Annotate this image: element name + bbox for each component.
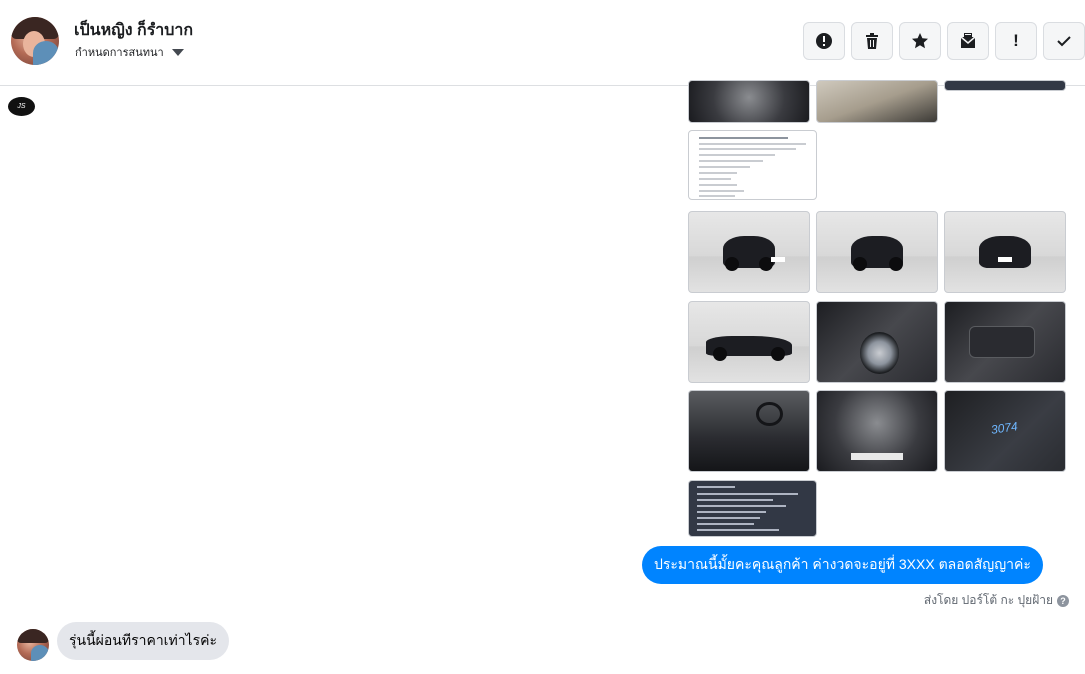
star-icon <box>912 33 928 49</box>
sent-by-label: ส่งโดย ปอร์โต้ กะ ปุยฝ้าย <box>923 593 1053 607</box>
attachment-seat-photo[interactable] <box>816 80 938 123</box>
assign-conversation-label: กำหนดการสนทนา <box>75 47 164 59</box>
mark-unread-button[interactable] <box>947 22 989 60</box>
star-button[interactable] <box>899 22 941 60</box>
photo-car-front-left[interactable] <box>688 211 810 293</box>
assign-conversation-dropdown[interactable]: กำหนดการสนทนา <box>75 43 184 61</box>
exclamation-icon: ! <box>1013 31 1019 50</box>
photo-car-battery[interactable]: 3074 <box>944 390 1066 472</box>
alert-circle-icon <box>816 33 832 49</box>
photo-car-side[interactable] <box>688 301 810 383</box>
important-button[interactable]: ! <box>995 22 1037 60</box>
photo-car-info-card[interactable] <box>688 480 817 537</box>
photo-car-rear[interactable] <box>944 211 1066 293</box>
attachment-info-card[interactable] <box>944 80 1066 91</box>
help-icon[interactable]: ? <box>1057 594 1069 607</box>
incoming-message-bubble[interactable]: รุ่นนี้ผ่อนทีราคาเท่าไรค่ะ <box>57 622 229 660</box>
conversation-header: เป็นหญิง ก็รำบาก กำหนดการสนทนา ! <box>0 0 1085 86</box>
caret-down-icon <box>171 48 184 56</box>
attachment-listing-document[interactable] <box>688 130 817 200</box>
photo-car-rear-left[interactable] <box>816 211 938 293</box>
mark-spam-button[interactable] <box>803 22 845 60</box>
mark-done-button[interactable] <box>1043 22 1085 60</box>
photo-car-door-panel[interactable] <box>944 301 1066 383</box>
photo-car-interior-dashboard[interactable] <box>688 390 810 472</box>
conversation-toolbar: ! <box>803 22 1085 60</box>
attachment-engine-photo[interactable] <box>688 80 810 123</box>
outgoing-message-bubble[interactable]: ประมาณนี้มั้ยคะคุณลูกค้า ค่างวดจะอยู่ที่… <box>642 546 1043 584</box>
sender-avatar[interactable] <box>17 629 49 661</box>
photo-car-engine-bay[interactable] <box>816 390 938 472</box>
sent-by-info: ส่งโดย ปอร์โต้ กะ ปุยฝ้าย ? <box>924 591 1069 610</box>
trash-icon <box>866 33 878 49</box>
contact-name[interactable]: เป็นหญิง ก็รำบาก <box>74 18 193 43</box>
checkmark-icon <box>1057 36 1071 47</box>
contact-avatar[interactable] <box>11 17 59 65</box>
mark-unread-icon <box>960 33 976 48</box>
battery-scribble: 3074 <box>989 419 1019 438</box>
delete-button[interactable] <box>851 22 893 60</box>
photo-car-front-wheel[interactable] <box>816 301 938 383</box>
page-logo: JS <box>8 97 35 116</box>
